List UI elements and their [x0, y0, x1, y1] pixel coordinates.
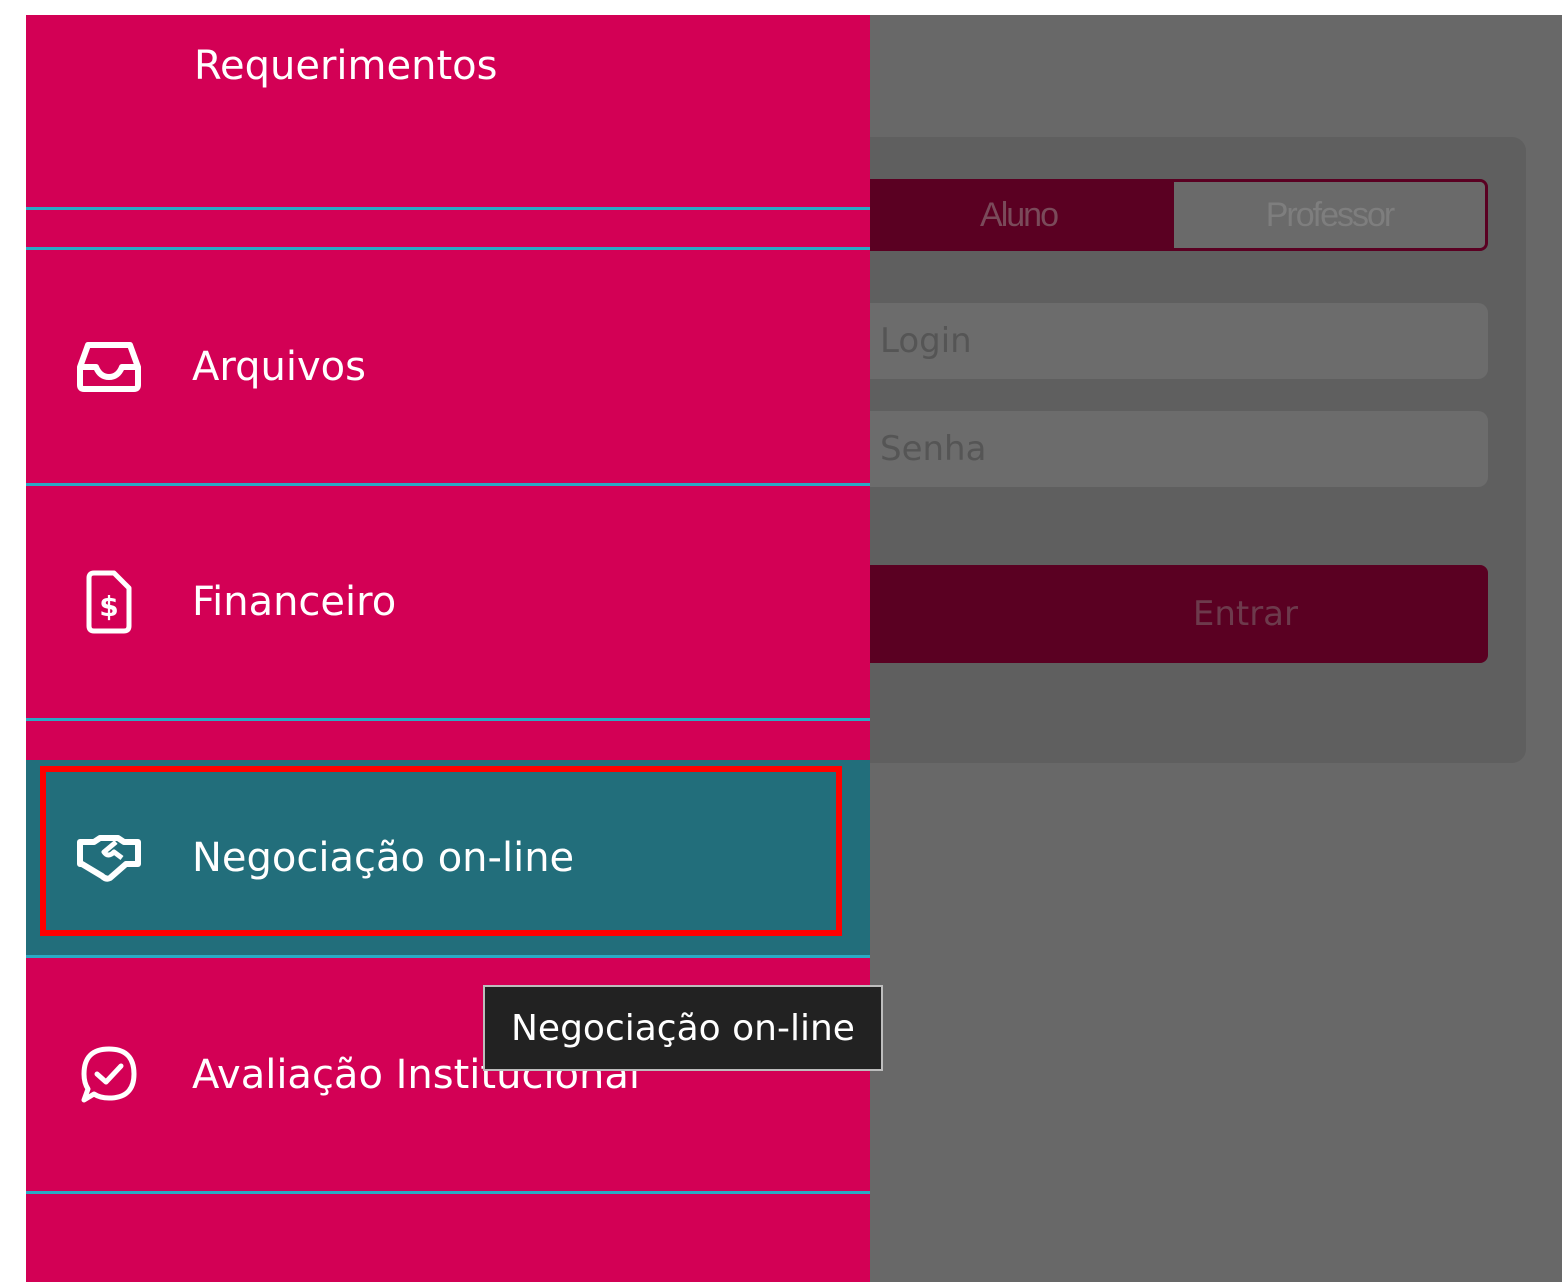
login-field[interactable]: [860, 303, 1488, 379]
side-menu: Requerimentos Arquivos $ Financeiro Nego…: [26, 15, 870, 1282]
tooltip: Negociação on-line: [483, 985, 883, 1071]
menu-item-negociacao-online[interactable]: Negociação on-line: [26, 760, 870, 955]
password-field[interactable]: [860, 411, 1488, 487]
menu-item-label: Arquivos: [192, 343, 366, 390]
dollar-document-icon: $: [74, 567, 144, 637]
menu-item-requerimentos[interactable]: Requerimentos: [26, 15, 870, 207]
menu-item-label: Requerimentos: [194, 43, 498, 89]
password-input[interactable]: [878, 428, 1488, 470]
menu-divider: [26, 718, 870, 721]
role-option-professor[interactable]: Professor: [1174, 182, 1485, 248]
inbox-icon: [74, 332, 144, 402]
menu-item-label: Negociação on-line: [192, 834, 575, 881]
handshake-icon: [74, 823, 144, 893]
menu-item-arquivos[interactable]: Arquivos: [26, 250, 870, 483]
role-option-aluno[interactable]: Aluno: [863, 182, 1174, 248]
chat-check-icon: [74, 1040, 144, 1110]
app-frame: Aluno Professor Entrar Requerimentos Arq…: [26, 15, 1562, 1282]
menu-item-label: Financeiro: [192, 579, 397, 625]
role-toggle[interactable]: Aluno Professor: [860, 179, 1488, 251]
menu-divider: [26, 207, 870, 210]
login-input[interactable]: [878, 320, 1488, 362]
svg-text:$: $: [99, 590, 118, 623]
enter-button[interactable]: Entrar: [860, 565, 1488, 663]
menu-divider: [26, 1191, 870, 1194]
menu-item-financeiro[interactable]: $ Financeiro: [26, 486, 870, 718]
